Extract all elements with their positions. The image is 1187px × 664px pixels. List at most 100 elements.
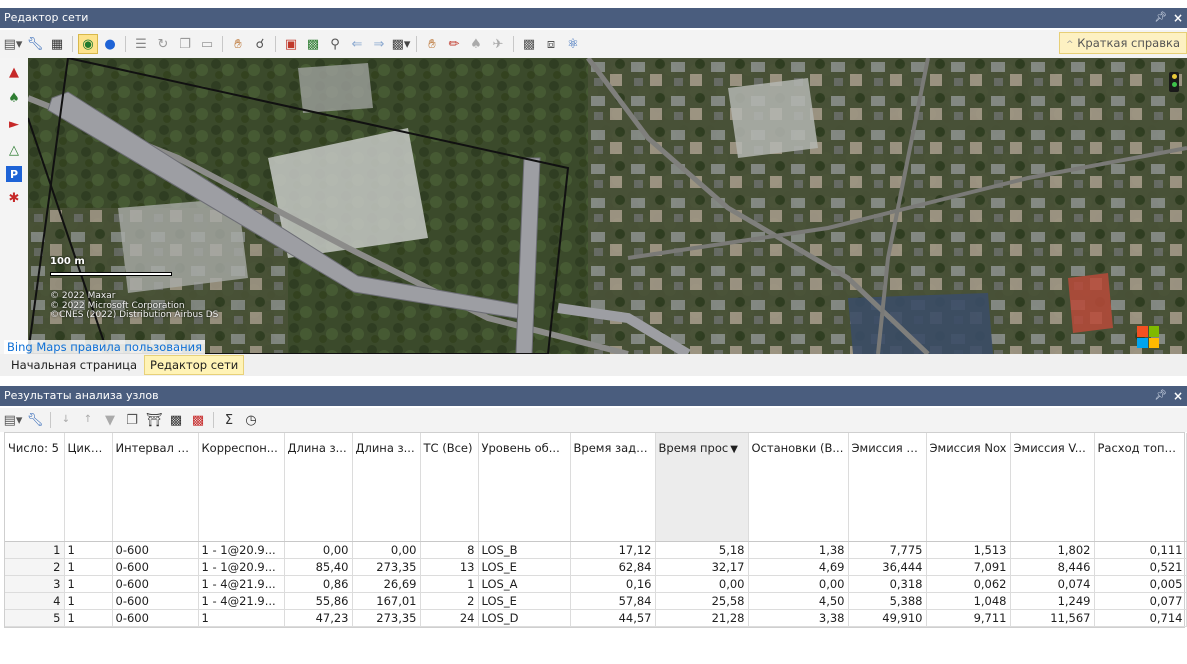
detector-icon[interactable]: ► [3, 114, 25, 134]
table-cell[interactable]: 0,16 [570, 575, 656, 593]
row-number-cell[interactable]: 2 [5, 558, 65, 576]
table-row[interactable]: 2 1 0-600 1 - 1@20.9... 85,40 273,35 13 LOS_E 62… [5, 558, 1187, 576]
sort-ascending-icon[interactable]: ↓ [56, 410, 76, 430]
filter-icon[interactable]: ▼ [730, 444, 738, 455]
column-header-interval[interactable]: Интервал в... [112, 433, 199, 542]
satellite-map[interactable]: 100 m © 2022 Maxar © 2022 Microsoft Corp… [28, 58, 1187, 354]
column-header-vehicles[interactable]: ТС (Все) [420, 433, 479, 542]
table-cell[interactable]: 0-600 [112, 575, 199, 593]
table-cell[interactable]: 0,074 [1010, 575, 1095, 593]
table-cell[interactable]: LOS_A [478, 575, 571, 593]
table-cell[interactable]: LOS_E [478, 592, 571, 610]
table-cell[interactable]: 0,077 [1094, 592, 1187, 610]
table-cell[interactable]: 1,513 [926, 541, 1011, 559]
row-number-cell[interactable]: 3 [5, 575, 65, 593]
table-cell[interactable]: 1 - 1@20.9... [198, 541, 285, 559]
table-cell[interactable]: 5,388 [848, 592, 927, 610]
table-cell[interactable]: 0,318 [848, 575, 927, 593]
column-header-delay[interactable]: Время заде... [570, 433, 656, 542]
row-number-cell[interactable]: 5 [5, 609, 65, 627]
table-cell[interactable]: 273,35 [352, 558, 421, 576]
zoom-window-icon[interactable]: ▩ [303, 34, 323, 54]
table-cell[interactable]: 1 - 4@21.9... [198, 575, 285, 593]
sort-descending-icon[interactable]: ↑ [78, 410, 98, 430]
table-cell[interactable]: 0,111 [1094, 541, 1187, 559]
table-cell[interactable]: 55,86 [284, 592, 353, 610]
table-cell[interactable]: 0,714 [1094, 609, 1187, 627]
save-icon[interactable]: ▩ [166, 410, 186, 430]
wrench-icon[interactable]: 🔧︎ [25, 410, 45, 430]
table-cell[interactable]: 24 [420, 609, 479, 627]
node-results-icon[interactable]: △ [3, 140, 25, 160]
column-header-cycle[interactable]: Цикл... [64, 433, 113, 542]
clipboard-icon[interactable]: ▭ [197, 34, 217, 54]
table-cell[interactable]: 5,18 [655, 541, 749, 559]
table-cell[interactable]: 11,567 [1010, 609, 1095, 627]
table-row[interactable]: 3 1 0-600 1 - 4@21.9... 0,86 26,69 1 LOS_A 0,16 0… [5, 575, 1187, 593]
column-header-queue-length-max[interactable]: Длина з... [352, 433, 421, 542]
table-cell[interactable]: 0,062 [926, 575, 1011, 593]
table-cell[interactable]: LOS_B [478, 541, 571, 559]
column-header-los[interactable]: Уровень об... [478, 433, 571, 542]
database-icon[interactable]: ⛩ [144, 410, 164, 430]
filter-icon[interactable]: ▼ [100, 410, 120, 430]
column-header-count[interactable]: Число: 5 [5, 433, 65, 542]
tab-network-editor[interactable]: Редактор сети [144, 355, 245, 375]
grid-icon[interactable]: ▦ [47, 34, 67, 54]
table-cell[interactable]: 13 [420, 558, 479, 576]
table-row[interactable]: 5 1 0-600 1 47,23 273,35 24 LOS_D 44,57 21,28 3,38… [5, 609, 1187, 627]
table-row[interactable]: 4 1 0-600 1 - 4@21.9... 55,86 167,01 2 LOS_E 57,… [5, 592, 1187, 610]
camera-view-icon[interactable]: ▩▾ [391, 34, 411, 54]
forward-arrow-icon[interactable]: ⇒ [369, 34, 389, 54]
table-cell[interactable]: 0-600 [112, 558, 199, 576]
back-arrow-icon[interactable]: ⇐ [347, 34, 367, 54]
table-cell[interactable]: 49,910 [848, 609, 927, 627]
save-as-icon[interactable]: ▩ [188, 410, 208, 430]
table-cell[interactable]: 62,84 [570, 558, 656, 576]
pin-icon[interactable]: 📌︎ [1154, 386, 1167, 406]
table-cell[interactable]: 36,444 [848, 558, 927, 576]
table-cell[interactable]: 0,00 [284, 541, 353, 559]
table-cell[interactable]: 57,84 [570, 592, 656, 610]
sum-icon[interactable]: Σ [219, 410, 239, 430]
quick-help-button[interactable]: ^ Краткая справка [1059, 32, 1187, 54]
table-cell[interactable]: 25,58 [655, 592, 749, 610]
vehicle-icon[interactable]: ✈︎ [488, 34, 508, 54]
table-cell[interactable]: 9,711 [926, 609, 1011, 627]
table-cell[interactable]: 44,57 [570, 609, 656, 627]
table-row[interactable]: 1 1 0-600 1 - 1@20.9... 0,00 0,00 8 LOS_B 17,12 5… [5, 541, 1187, 559]
wrench-icon[interactable]: 🔧︎ [25, 34, 45, 54]
table-cell[interactable]: 1 [64, 541, 113, 559]
column-header-stops[interactable]: Остановки (В... [748, 433, 849, 542]
time-icon[interactable]: ◷ [241, 410, 261, 430]
column-header-fuel[interactable]: Расход топли... [1094, 433, 1187, 542]
table-cell[interactable]: 0-600 [112, 541, 199, 559]
table-cell[interactable]: 1 [198, 609, 285, 627]
pan-hand-icon[interactable]: ✋︎ [228, 34, 248, 54]
row-number-cell[interactable]: 4 [5, 592, 65, 610]
table-cell[interactable]: 1 [64, 609, 113, 627]
column-header-emission-co[interactable]: Эмиссия CO [848, 433, 927, 542]
table-cell[interactable]: 4,69 [748, 558, 849, 576]
table-cell[interactable]: 167,01 [352, 592, 421, 610]
tab-start-page[interactable]: Начальная страница [6, 356, 142, 374]
measure-icon[interactable]: ✏︎ [444, 34, 464, 54]
table-cell[interactable]: LOS_E [478, 558, 571, 576]
parking-icon[interactable]: P [6, 166, 22, 182]
column-header-emission-nox[interactable]: Эмиссия Nox [926, 433, 1011, 542]
table-cell[interactable]: 1 [420, 575, 479, 593]
table-cell[interactable]: 32,17 [655, 558, 749, 576]
refresh-icon[interactable]: ↻ [153, 34, 173, 54]
layout-menu-icon[interactable]: ▤▾ [3, 34, 23, 54]
table-cell[interactable]: 85,40 [284, 558, 353, 576]
layout-menu-icon[interactable]: ▤▾ [3, 410, 23, 430]
table-cell[interactable]: 8,446 [1010, 558, 1095, 576]
table-cell[interactable]: 1 - 4@21.9... [198, 592, 285, 610]
table-cell[interactable]: 1 [64, 592, 113, 610]
table-cell[interactable]: 21,28 [655, 609, 749, 627]
table-cell[interactable]: 0,00 [655, 575, 749, 593]
table-cell[interactable]: 0,00 [748, 575, 849, 593]
table-cell[interactable]: 273,35 [352, 609, 421, 627]
zoom-icon[interactable]: ⚲ [325, 34, 345, 54]
pin-icon[interactable]: 📌︎ [1154, 8, 1167, 28]
